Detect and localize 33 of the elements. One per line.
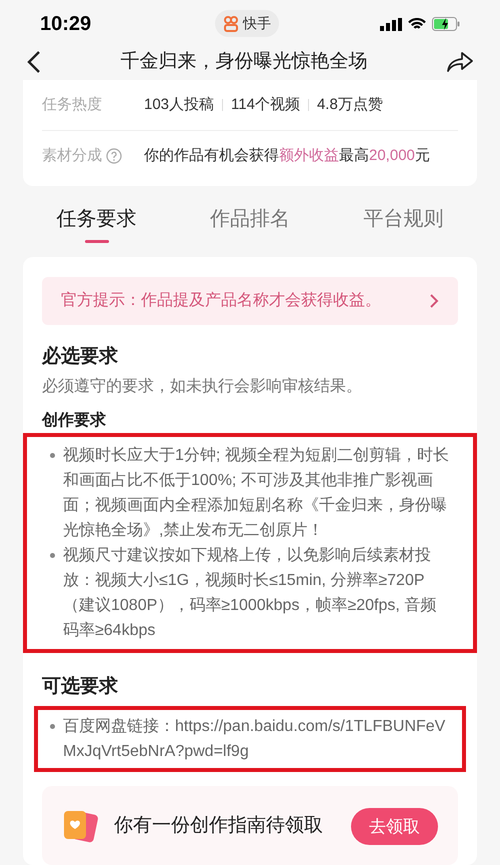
page-title: 千金归来，身份曝光惊艳全场 [120,50,368,74]
app-pill: 快手 [215,10,279,37]
section-heading: 可选要求 [42,675,119,699]
info-text: 你的作品有机会获得额外收益最高20,000元 [144,146,430,166]
stat-value: 4.8万点赞 [316,94,383,114]
tab[interactable]: 任务要求 [56,204,137,242]
requirement-text: 视频时长应大于1分钟; 视频全程为短剧二创剪辑，时长和画面占比不低于100%; 不可涉及其他非推广影视画面；视频画面内全程添加短剧名称《千金归来，身份曝光惊艳全场》,禁止发布无二创原片！ [63,446,450,541]
requirement-text: 视频尺寸建议按如下规格上传，以免影响后续素材投放：视频大小≤1G，视频时长≤15min, 分辨率≥720P（建议1080P），码率≥1000kbps，帧率≥20fps, 音频码率≥64kbps [63,546,438,641]
stat-value: 114个视频 [231,94,300,114]
subsection-heading: 创作要求 [42,410,107,431]
stat-value: 103人投稿 [144,94,214,114]
tip-banner[interactable]: 官方提示：作品提及产品名称才会获得收益。 [42,276,458,324]
chevron-icon [429,292,439,308]
section-heading: 必选要求 [42,344,119,368]
wifi-icon [408,18,426,31]
tab[interactable]: 平台规则 [363,204,444,242]
info-label: 任务热度 [42,94,102,114]
section-description: 必须遵守的要求，如未执行会影响审核结果。 [42,376,363,397]
signal-icon [380,18,402,31]
back-icon[interactable] [26,50,42,74]
claim-button[interactable]: 去领取 [351,808,438,845]
cards-icon [62,809,98,844]
share-icon[interactable] [446,51,474,74]
bullet-icon [50,724,55,728]
tab[interactable]: 作品排名 [210,204,290,242]
status-time: 10:29 [40,12,92,38]
logo-icon [223,16,239,32]
battery-icon [432,17,460,32]
bullet-icon [50,553,55,558]
bullet-icon [50,453,55,458]
requirement-text: 百度网盘链接：https://pan.baidu.com/s/1TLFBUNFeVMxJqVrt5ebNrA?pwd=lf9g [63,716,446,762]
info-label: 素材分成 [42,146,102,166]
guide-title: 你有一份创作指南待领取 [114,814,323,838]
